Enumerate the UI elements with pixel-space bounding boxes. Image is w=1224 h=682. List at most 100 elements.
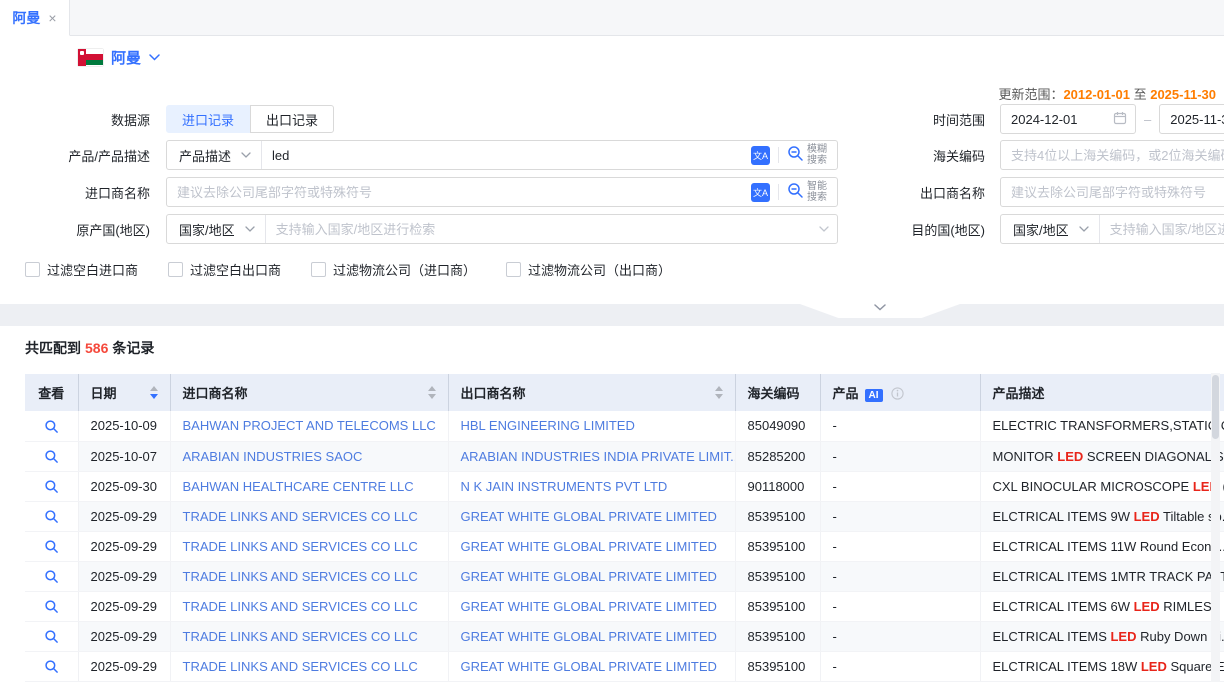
importer-link[interactable]: ARABIAN INDUSTRIES SAOC <box>183 449 363 464</box>
search-magnifier-icon <box>787 182 804 202</box>
chevron-down-icon[interactable] <box>819 226 829 232</box>
checkbox-icon[interactable] <box>506 262 521 277</box>
table-row: 2025-09-29TRADE LINKS AND SERVICES CO LL… <box>25 591 1224 621</box>
start-date-input[interactable]: 2024-12-01 <box>1000 104 1136 134</box>
importer-search-box: 文A 智能搜索 <box>166 177 838 207</box>
table-row: 2025-09-30BAHWAN HEALTHCARE CENTRE LLCN … <box>25 471 1224 501</box>
destination-type-select[interactable]: 国家/地区 <box>1001 215 1100 243</box>
exporter-link[interactable]: GREAT WHITE GLOBAL PRIVATE LIMITED <box>461 509 717 524</box>
exporter-link[interactable]: N K JAIN INSTRUMENTS PVT LTD <box>461 479 668 494</box>
importer-link[interactable]: TRADE LINKS AND SERVICES CO LLC <box>183 659 418 674</box>
checkbox-icon[interactable] <box>25 262 40 277</box>
table-row: 2025-09-29TRADE LINKS AND SERVICES CO LL… <box>25 531 1224 561</box>
filter-checkbox[interactable]: 过滤物流公司（出口商） <box>506 260 671 279</box>
count-suffix: 条记录 <box>112 340 154 356</box>
exporter-link[interactable]: GREAT WHITE GLOBAL PRIVATE LIMITED <box>461 539 717 554</box>
search-magnifier-icon <box>787 145 804 165</box>
row-hs-code: 85395100 <box>735 501 820 531</box>
count-number: 586 <box>81 340 112 356</box>
view-record-icon[interactable] <box>44 419 59 434</box>
end-date-input[interactable]: 2025-11-30 <box>1159 104 1224 134</box>
row-hs-code: 90118000 <box>735 471 820 501</box>
translate-icon[interactable]: 文A <box>751 183 770 202</box>
importer-link[interactable]: BAHWAN PROJECT AND TELECOMS LLC <box>183 418 436 433</box>
country-name[interactable]: 阿曼 <box>111 47 141 68</box>
tab-oman[interactable]: 阿曼 × <box>0 0 70 36</box>
row-hs-code: 85395100 <box>735 651 820 681</box>
product-search-input[interactable] <box>262 141 743 169</box>
view-record-icon[interactable] <box>44 569 59 584</box>
header-product: 产品AI <box>820 374 980 411</box>
exporter-link[interactable]: GREAT WHITE GLOBAL PRIVATE LIMITED <box>461 659 717 674</box>
destination-group: 目的国(地区) 国家/地区 <box>880 214 1224 244</box>
view-record-icon[interactable] <box>44 629 59 644</box>
importer-link[interactable]: TRADE LINKS AND SERVICES CO LLC <box>183 569 418 584</box>
product-label: 产品/产品描述 <box>0 146 150 165</box>
smart-search-button[interactable]: 智能搜索 <box>787 181 829 204</box>
exporter-link[interactable]: GREAT WHITE GLOBAL PRIVATE LIMITED <box>461 599 717 614</box>
vertical-scrollbar[interactable] <box>1211 373 1220 682</box>
importer-link[interactable]: TRADE LINKS AND SERVICES CO LLC <box>183 509 418 524</box>
tab-bar: 阿曼 × <box>0 0 1224 36</box>
chevron-down-icon[interactable] <box>149 54 160 61</box>
view-record-icon[interactable] <box>44 539 59 554</box>
table-row: 2025-09-29 TRADE LINKS AND SERVICES CO LL… <box>25 651 1224 681</box>
table-header-row: 查看 日期 进口商名称 出口商名称 <box>25 374 1224 411</box>
checkbox-icon[interactable] <box>168 262 183 277</box>
row-date: 2025-10-07 <box>78 441 170 471</box>
view-record-icon[interactable] <box>44 659 59 674</box>
tab-title: 阿曼 <box>12 8 40 28</box>
ai-badge: AI <box>865 389 883 402</box>
destination-country-input[interactable] <box>1100 215 1224 243</box>
exporter-input[interactable] <box>1001 178 1224 206</box>
checkbox-icon[interactable] <box>311 262 326 277</box>
info-icon[interactable] <box>891 387 904 400</box>
product-type-select[interactable]: 产品描述 <box>167 141 262 169</box>
exporter-link[interactable]: GREAT WHITE GLOBAL PRIVATE LIMITED <box>461 569 717 584</box>
importer-link[interactable]: TRADE LINKS AND SERVICES CO LLC <box>183 599 418 614</box>
row-description: ELCTRICAL ITEMS 6W LED RIMLESS ... <box>980 591 1224 621</box>
records-table: 查看 日期 进口商名称 出口商名称 <box>25 374 1224 682</box>
origin-country-input[interactable] <box>266 215 811 243</box>
hs-code-group: 海关编码 <box>880 140 1224 170</box>
view-record-icon[interactable] <box>44 479 59 494</box>
filter-checkbox[interactable]: 过滤物流公司（进口商） <box>311 260 476 279</box>
filter-checkbox[interactable]: 过滤空白进口商 <box>25 260 138 279</box>
tab-close-icon[interactable]: × <box>48 11 56 25</box>
importer-input[interactable] <box>167 178 743 206</box>
importer-link[interactable]: TRADE LINKS AND SERVICES CO LLC <box>183 539 418 554</box>
export-records-tab[interactable]: 出口记录 <box>250 105 334 133</box>
sort-control-importer[interactable] <box>428 386 436 399</box>
end-date-value: 2025-11-30 <box>1170 112 1224 127</box>
exporter-link[interactable]: ARABIAN INDUSTRIES INDIA PRIVATE LIMIT..… <box>461 449 736 464</box>
row-date: 2025-09-29 <box>78 621 170 651</box>
view-record-icon[interactable] <box>44 599 59 614</box>
sort-control-date[interactable] <box>150 386 158 399</box>
origin-type-select[interactable]: 国家/地区 <box>167 215 266 243</box>
row-product: - <box>820 621 980 651</box>
row-description: ELCTRICAL ITEMS 1MTR TRACK PATT... <box>980 561 1224 591</box>
scrollbar-thumb[interactable] <box>1212 375 1219 439</box>
row-product: - <box>820 501 980 531</box>
row-date: 2025-09-29 <box>78 651 170 681</box>
importer-link[interactable]: BAHWAN HEALTHCARE CENTRE LLC <box>183 479 414 494</box>
row-product: - <box>820 591 980 621</box>
exporter-link[interactable]: GREAT WHITE GLOBAL PRIVATE LIMITED <box>461 629 717 644</box>
oman-flag-icon <box>78 49 103 66</box>
fuzzy-search-button[interactable]: 模糊搜索 <box>787 144 829 167</box>
view-record-icon[interactable] <box>44 449 59 464</box>
product-type-value: 产品描述 <box>179 146 231 165</box>
filter-checkbox[interactable]: 过滤空白出口商 <box>168 260 281 279</box>
import-records-tab[interactable]: 进口记录 <box>166 105 250 133</box>
row-date: 2025-10-09 <box>78 411 170 441</box>
exporter-link[interactable]: HBL ENGINEERING LIMITED <box>461 418 635 433</box>
translate-icon[interactable]: 文A <box>751 146 770 165</box>
row-hs-code: 85285200 <box>735 441 820 471</box>
country-header: 阿曼 <box>0 36 1224 78</box>
hs-code-input[interactable] <box>1001 141 1224 169</box>
sort-control-exporter[interactable] <box>715 386 723 399</box>
view-record-icon[interactable] <box>44 509 59 524</box>
update-range-to: 至 <box>1134 87 1147 102</box>
importer-link[interactable]: TRADE LINKS AND SERVICES CO LLC <box>183 629 418 644</box>
row-hs-code: 85395100 <box>735 531 820 561</box>
